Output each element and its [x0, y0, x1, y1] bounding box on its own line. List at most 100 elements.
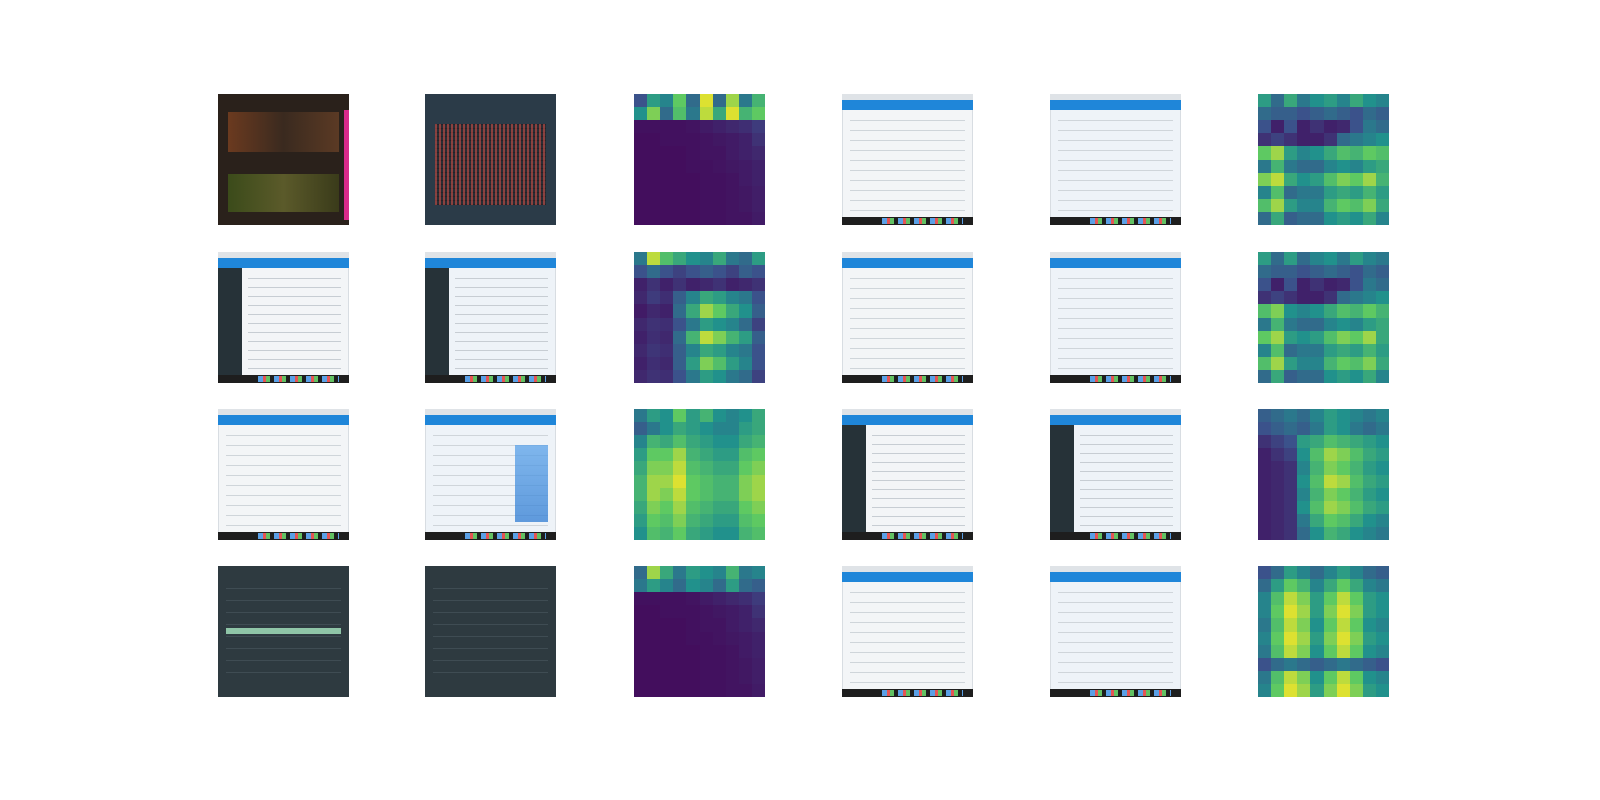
- heatmap-cell-r8-c5: [699, 513, 713, 527]
- heatmap-cell-r7-c2: [1284, 657, 1298, 671]
- heatmap-cell-r0-c1: [1271, 94, 1285, 108]
- heatmap-cell-r3-c0: [1258, 133, 1272, 147]
- heatmap-cell-r7-c9: [751, 500, 765, 514]
- heatmap-cell-r2-c4: [1310, 592, 1324, 606]
- app-header: [1050, 258, 1181, 268]
- heatmap-cell-r2-c9: [751, 592, 765, 606]
- heatmap-cell-r9-c8: [1362, 211, 1376, 225]
- heatmap-cell-r9-c2: [660, 683, 674, 697]
- heatmap-cell-r0-c1: [1271, 409, 1285, 423]
- heatmap-cell-r5-c4: [1310, 317, 1324, 331]
- heatmap-cell-r4-c5: [699, 146, 713, 160]
- heatmap-cell-r6-c6: [712, 172, 726, 186]
- heatmap-cell-r5-c0: [634, 474, 648, 488]
- heatmap-cell-r7-c4: [686, 343, 700, 357]
- heatmap-cell-r5-c8: [1362, 631, 1376, 645]
- heatmap-cell-r0-c7: [725, 252, 739, 266]
- heatmap-cell-r9-c1: [1271, 369, 1285, 383]
- heatmap-cell-r6-c9: [1375, 644, 1389, 658]
- heatmap-cell-r8-c9: [1375, 198, 1389, 212]
- heatmap-cell-r4-c6: [1336, 618, 1350, 632]
- heatmap-cell-r4-c9: [1375, 618, 1389, 632]
- heatmap-cell-r1-c4: [686, 265, 700, 279]
- heatmap-cell-r9-c4: [1310, 369, 1324, 383]
- heatmap-cell-r7-c5: [699, 185, 713, 199]
- heatmap-cell-r2-c3: [673, 592, 687, 606]
- heatmap-cell-r2-c1: [1271, 435, 1285, 449]
- heatmap-cell-r5-c4: [1310, 159, 1324, 173]
- heatmap-cell-r0-c2: [660, 566, 674, 580]
- heatmap-cell-r2-c5: [1323, 278, 1337, 292]
- heatmap-cell-r6-c4: [1310, 644, 1324, 658]
- heatmap-cell-r4-c3: [673, 146, 687, 160]
- heatmap-cell-r6-c5: [699, 487, 713, 501]
- heatmap-cell-r4-c2: [1284, 618, 1298, 632]
- heatmap-cell-r0-c0: [1258, 94, 1272, 108]
- heatmap-cell-r5-c6: [712, 631, 726, 645]
- heatmap-cell-r2-c7: [725, 278, 739, 292]
- heatmap-cell-r0-c0: [1258, 566, 1272, 580]
- heatmap-cell-r9-c9: [751, 369, 765, 383]
- heatmap-cell-r1-c3: [1297, 579, 1311, 593]
- heatmap-cell-r7-c3: [1297, 185, 1311, 199]
- heatmap-cell-r9-c3: [1297, 369, 1311, 383]
- heatmap-cell-r5-c5: [1323, 631, 1337, 645]
- heatmap-cell-r1-c4: [686, 422, 700, 436]
- heatmap-cell-r2-c5: [1323, 435, 1337, 449]
- heatmap-cell-r0-c6: [712, 94, 726, 108]
- heatmap-cell-r7-c3: [673, 185, 687, 199]
- heatmap-cell-r3-c8: [1362, 605, 1376, 619]
- heatmap-cell-r2-c1: [647, 278, 661, 292]
- heatmap-cell-r3-c3: [673, 291, 687, 305]
- heatmap-cell-r5-c4: [1310, 474, 1324, 488]
- heatmap-cell-r6-c5: [1323, 644, 1337, 658]
- heatmap-cell-r7-c9: [1375, 343, 1389, 357]
- heatmap-cell-r7-c7: [725, 343, 739, 357]
- heatmap-cell-r8-c3: [1297, 356, 1311, 370]
- heatmap-cell-r3-c5: [699, 291, 713, 305]
- heatmap-cell-r8-c4: [1310, 198, 1324, 212]
- content-lines: [1058, 592, 1173, 683]
- heatmap-cell-r7-c1: [647, 343, 661, 357]
- heatmap-cell-r4-c8: [738, 146, 752, 160]
- heatmap-cell-r4-c8: [1362, 618, 1376, 632]
- heatmap-cell-r2-c8: [1362, 435, 1376, 449]
- heatmap-cell-r5-c9: [1375, 317, 1389, 331]
- heatmap-cell-r0-c5: [699, 94, 713, 108]
- heatmap-cell-r7-c4: [686, 657, 700, 671]
- heatmap-cell-r4-c5: [1323, 304, 1337, 318]
- heatmap-cell-r6-c4: [1310, 330, 1324, 344]
- heatmap-cell-r3-c6: [712, 605, 726, 619]
- heatmap-cell-r5-c5: [699, 317, 713, 331]
- heatmap-cell-r3-c7: [1349, 133, 1363, 147]
- heatmap-cell-r8-c9: [751, 198, 765, 212]
- heatmap-cell-r8-c1: [647, 513, 661, 527]
- app-header: [218, 258, 349, 268]
- heatmap-cell-r4-c2: [660, 618, 674, 632]
- heatmap-cell-r2-c6: [1336, 592, 1350, 606]
- heatmap-cell-r4-c9: [751, 618, 765, 632]
- heatmap-cell-r7-c0: [1258, 185, 1272, 199]
- heatmap-cell-r4-c3: [1297, 618, 1311, 632]
- heatmap-cell-r4-c5: [699, 304, 713, 318]
- heatmap-cell-r8-c9: [1375, 356, 1389, 370]
- heatmap-cell-r7-c1: [1271, 657, 1285, 671]
- heatmap-cell-r8-c4: [686, 670, 700, 684]
- heatmap-cell-r6-c7: [725, 644, 739, 658]
- heatmap-cell-r3-c8: [1362, 291, 1376, 305]
- heatmap-cell-r9-c3: [673, 683, 687, 697]
- app-header: [1050, 100, 1181, 110]
- heatmap-cell-r5-c3: [1297, 474, 1311, 488]
- heatmap-cell-r6-c7: [1349, 644, 1363, 658]
- settings-list: [226, 588, 341, 681]
- heatmap-cell-r8-c0: [634, 198, 648, 212]
- heatmap-tile-r2-c2: [634, 409, 765, 540]
- heatmap-cell-r7-c8: [738, 657, 752, 671]
- heatmap-cell-r5-c6: [712, 159, 726, 173]
- heatmap-cell-r0-c3: [1297, 252, 1311, 266]
- heatmap-cell-r2-c2: [1284, 435, 1298, 449]
- content-lines: [850, 278, 965, 369]
- heatmap-cell-r7-c2: [660, 185, 674, 199]
- heatmap-cell-r0-c2: [1284, 409, 1298, 423]
- heatmap-cell-r4-c4: [1310, 146, 1324, 160]
